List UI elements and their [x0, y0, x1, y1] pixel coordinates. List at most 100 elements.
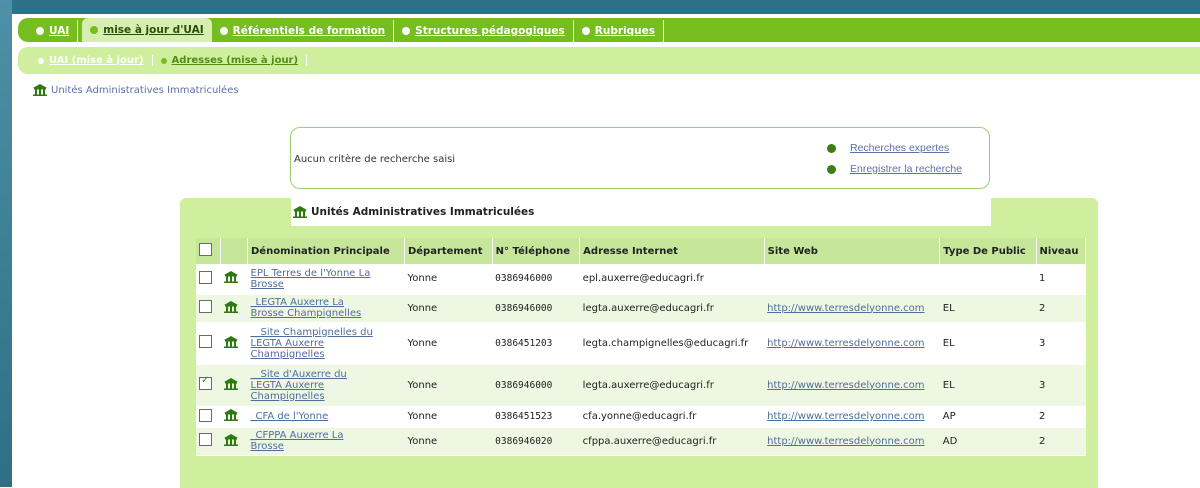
tab-mise-a-jour-uai[interactable]: mise à jour d'UAI — [82, 18, 212, 42]
table-row[interactable]: EPL Terres de l'Yonne La Brosse Yonne 0386… — [196, 264, 1086, 295]
table-body: EPL Terres de l'Yonne La Brosse Yonne 0386… — [196, 264, 1086, 456]
row-web-cell: http://www.terresdelyonne.com — [764, 322, 940, 365]
row-phone-cell: 0386946000 — [492, 294, 580, 323]
bullet-icon — [581, 27, 590, 35]
row-web-link[interactable]: http://www.terresdelyonne.com — [767, 436, 924, 447]
tab-rubriques[interactable]: Rubriques — [574, 20, 664, 42]
row-checkbox[interactable] — [199, 300, 212, 313]
row-public-cell: EL — [939, 322, 1037, 365]
row-name-cell: __Site Champignelles du LEGTA Auxerre Ch… — [247, 322, 405, 365]
tab-structures[interactable]: Structures pédagogiques — [394, 20, 574, 42]
row-checkbox[interactable] — [199, 408, 212, 422]
row-web-link[interactable]: http://www.terresdelyonne.com — [767, 303, 924, 314]
row-icon-cell — [220, 264, 248, 295]
table-row[interactable]: __Site d'Auxerre du LEGTA Auxerre Champi… — [196, 364, 1086, 407]
row-checkbox[interactable] — [199, 433, 212, 446]
col-departement[interactable]: Département — [404, 238, 493, 264]
row-email-cell: epl.auxerre@educagri.fr — [579, 264, 765, 295]
table-row[interactable]: _CFPPA Auxerre La Brosse Yonne 0386946020 c… — [196, 427, 1086, 456]
bullet-icon — [36, 27, 44, 35]
panel-title-label: Unités Administratives Immatriculées — [311, 206, 535, 218]
col-telephone[interactable]: N° Téléphone — [492, 238, 581, 264]
row-checkbox[interactable] — [199, 270, 212, 284]
select-all-checkbox[interactable] — [199, 243, 212, 256]
row-select-cell — [196, 322, 221, 365]
row-name-link[interactable]: _CFPPA Auxerre La Brosse — [251, 430, 361, 452]
arrow-right-icon — [827, 143, 836, 153]
row-name-cell: _LEGTA Auxerre La Brosse Champignelles — [247, 294, 405, 323]
row-icon-cell — [220, 294, 248, 323]
row-name-link[interactable]: __Site Champignelles du LEGTA Auxerre Ch… — [251, 327, 391, 360]
tab-label: mise à jour d'UAI — [103, 24, 204, 36]
arrow-right-icon — [827, 164, 836, 174]
building-icon — [33, 84, 47, 96]
row-public-cell — [939, 264, 1037, 295]
row-name-link[interactable]: __Site d'Auxerre du LEGTA Auxerre Champi… — [251, 369, 361, 402]
row-checkbox[interactable] — [199, 335, 212, 348]
row-dept-cell: Yonne — [404, 427, 493, 456]
row-name-cell: __Site d'Auxerre du LEGTA Auxerre Champi… — [247, 364, 405, 407]
breadcrumb-label: Unités Administratives Immatriculées — [51, 84, 239, 96]
col-denomination[interactable]: Dénomination Principale — [247, 238, 405, 264]
row-email-cell: legta.auxerre@educagri.fr — [579, 294, 765, 323]
col-adresse-internet[interactable]: Adresse Internet — [579, 238, 765, 264]
row-phone-cell: 0386451523 — [492, 406, 580, 428]
row-icon-cell — [220, 427, 248, 456]
row-email-cell: legta.champignelles@educagri.fr — [579, 322, 765, 365]
row-web-cell — [764, 264, 940, 295]
subtab-adresses-mise-a-jour[interactable]: Adresses (mise à jour) — [153, 55, 308, 66]
panel-title: Unités Administratives Immatriculées — [293, 206, 534, 218]
row-level-cell: 3 — [1036, 364, 1086, 407]
tab-label: Référentiels de formation — [232, 25, 386, 37]
breadcrumb[interactable]: Unités Administratives Immatriculées — [33, 84, 239, 96]
row-icon-cell — [220, 322, 248, 365]
col-type-public[interactable]: Type De Public — [939, 238, 1037, 264]
tab-referentiels[interactable]: Référentiels de formation — [212, 20, 395, 42]
row-icon-cell — [220, 406, 248, 428]
row-dept-cell: Yonne — [404, 406, 493, 428]
table-row[interactable]: _CFA de l'Yonne Yonne 0386451523 cfa.yonne@… — [196, 406, 1086, 428]
row-dept-cell: Yonne — [404, 294, 493, 323]
subtab-uai-mise-a-jour[interactable]: UAI (mise à jour) — [30, 55, 153, 66]
save-search-link[interactable]: Enregistrer la recherche — [827, 163, 962, 175]
table-row[interactable]: __Site Champignelles du LEGTA Auxerre Ch… — [196, 322, 1086, 365]
save-search-label: Enregistrer la recherche — [850, 163, 963, 175]
expert-search-label: Recherches expertes — [850, 142, 950, 154]
building-icon — [223, 335, 242, 351]
row-select-cell — [196, 406, 221, 428]
row-name-cell: _CFPPA Auxerre La Brosse — [247, 427, 405, 456]
table-row[interactable]: _LEGTA Auxerre La Brosse Champignelles Yo… — [196, 294, 1086, 323]
row-web-link[interactable]: http://www.terresdelyonne.com — [767, 411, 924, 422]
top-header-bar — [12, 0, 1200, 14]
row-name-link[interactable]: EPL Terres de l'Yonne La Brosse — [251, 268, 391, 290]
row-level-cell: 2 — [1036, 406, 1086, 428]
row-web-cell: http://www.terresdelyonne.com — [764, 294, 940, 323]
row-phone-cell: 0386946000 — [492, 364, 580, 407]
col-niveau[interactable]: Niveau — [1036, 238, 1087, 264]
row-dept-cell: Yonne — [404, 322, 493, 365]
row-phone-cell: 0386451203 — [492, 322, 580, 365]
building-icon — [223, 300, 242, 316]
row-checkbox[interactable] — [199, 375, 212, 390]
expert-search-link[interactable]: Recherches expertes — [827, 142, 949, 154]
building-icon — [223, 377, 242, 393]
tab-uai[interactable]: UAI — [28, 20, 79, 42]
tab-label: Structures pédagogiques — [415, 25, 565, 37]
bullet-icon — [402, 27, 411, 35]
row-web-link[interactable]: http://www.terresdelyonne.com — [767, 380, 924, 391]
row-email-cell: cfppa.auxerre@educagri.fr — [579, 427, 765, 456]
search-criteria-box: Aucun critère de recherche saisi Recherc… — [290, 127, 990, 189]
row-web-link[interactable]: http://www.terresdelyonne.com — [767, 338, 924, 349]
row-name-link[interactable]: _CFA de l'Yonne — [251, 411, 391, 422]
col-site-web[interactable]: Site Web — [764, 238, 941, 264]
row-email-cell: legta.auxerre@educagri.fr — [579, 364, 765, 407]
row-level-cell: 1 — [1036, 264, 1086, 295]
row-web-cell: http://www.terresdelyonne.com — [764, 427, 940, 456]
row-public-cell: AD — [939, 427, 1037, 456]
row-name-link[interactable]: _LEGTA Auxerre La Brosse Champignelles — [251, 297, 371, 319]
row-dept-cell: Yonne — [404, 264, 493, 295]
row-phone-cell: 0386946020 — [492, 427, 580, 456]
row-web-cell: http://www.terresdelyonne.com — [764, 364, 940, 407]
criteria-text: Aucun critère de recherche saisi — [294, 154, 456, 165]
bullet-icon — [219, 27, 228, 35]
